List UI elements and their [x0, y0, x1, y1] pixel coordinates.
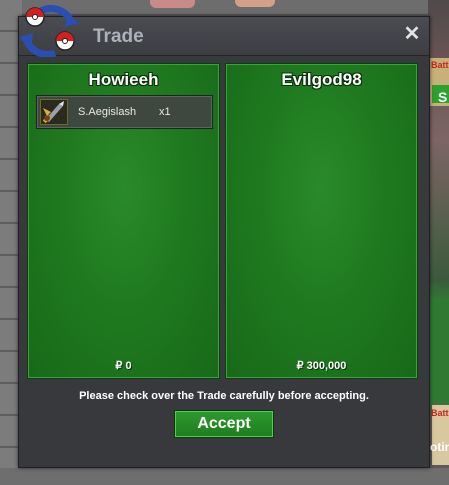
money-offer-right: ₽ 300,000 [296, 360, 347, 372]
money-offer-left: ₽ 0 [115, 360, 132, 372]
side-label: otin [430, 440, 449, 454]
trade-item-row[interactable]: S.Aegislash x1 [36, 95, 213, 129]
close-button[interactable]: ✕ [403, 24, 421, 44]
side-label: Batt [431, 408, 449, 418]
trade-logo-icon [19, 5, 79, 57]
item-name: S.Aegislash [78, 106, 137, 118]
background-sprite [150, 0, 195, 8]
window-title: Trade [93, 26, 144, 47]
background-sprite [235, 0, 275, 7]
player-offer-panel-right: Evilgod98 ₽ 300,000 [225, 63, 418, 379]
background-bottom-strip [0, 468, 449, 485]
player-offer-panel-left: Howieeh S.Aegislash x1 ₽ 0 [27, 63, 220, 379]
side-label: Batt [431, 60, 449, 70]
trade-notice-text: Please check over the Trade carefully be… [79, 390, 369, 402]
player-name-left: Howieeh [88, 70, 159, 89]
accept-button[interactable]: Accept [174, 410, 274, 438]
trade-panels: Howieeh S.Aegislash x1 ₽ 0 Evilgod98 ₽ 3… [27, 63, 423, 383]
item-quantity: x1 [159, 106, 171, 118]
trade-window: Trade ✕ Howieeh S.Aegislash x1 ₽ 0 Evilg… [18, 5, 430, 468]
aegislash-icon [40, 99, 68, 125]
side-label: S [438, 89, 448, 105]
player-name-right: Evilgod98 [281, 70, 362, 89]
